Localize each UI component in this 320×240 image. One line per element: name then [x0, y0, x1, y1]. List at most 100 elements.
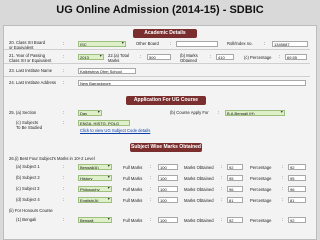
year-of-passing-label: 21. Year of Passing Class XII or Equival… — [9, 53, 52, 63]
percentage-input[interactable]: 69.55 — [285, 54, 307, 60]
marks-obtained-label: Marks Obtained — [184, 176, 214, 181]
last-institute-name-label: 23. Last Institute Name — [9, 68, 53, 73]
percentage-label: Percentage — [250, 176, 272, 181]
subject-select[interactable]: History — [78, 175, 112, 181]
percentage-label: Percentage — [250, 198, 272, 203]
percentage-input[interactable]: 92 — [288, 164, 306, 170]
last-institute-name-input[interactable]: Kalkrishna Ohm School — [78, 68, 136, 74]
other-board-label: Other Board — [136, 41, 159, 46]
marks-obtained-input[interactable]: 92 — [227, 217, 243, 223]
percentage-input[interactable]: 96 — [288, 186, 306, 192]
colon: : — [63, 80, 65, 85]
marks-obtained-input[interactable]: 95 — [227, 175, 243, 181]
colon: : — [150, 186, 152, 191]
divider — [4, 63, 310, 64]
colon: : — [63, 41, 65, 46]
section-marks-header: Subject Wise Marks Obtained — [130, 143, 202, 152]
section-application-header: Application For UG Course — [126, 96, 206, 105]
full-marks-label: Full Marks — [123, 176, 143, 181]
colon: : — [279, 54, 281, 59]
roll-no-label: Roll/Index no. — [227, 41, 253, 46]
last-institute-address-label: 24. Last Institute Address — [9, 80, 57, 85]
percentage-label: (c) Percentage — [244, 55, 272, 60]
colon: : — [282, 164, 284, 169]
marks-obtained-label: Marks Obtained — [184, 198, 214, 203]
colon: : — [282, 186, 284, 191]
colon: : — [63, 175, 65, 180]
colon: : — [150, 217, 152, 222]
colon: : — [282, 217, 284, 222]
honours-subject-select[interactable]: Bengali — [78, 217, 112, 223]
subject-select[interactable]: Bengali(A) — [78, 164, 112, 170]
percentage-input[interactable]: 81 — [288, 197, 306, 203]
colon: : — [282, 175, 284, 180]
subjects-label: (c) Subjects To Be Studied — [16, 120, 43, 130]
section-academic-header: Academic Details — [133, 29, 197, 38]
colon: : — [63, 217, 65, 222]
colon: : — [170, 41, 172, 46]
colon: : — [63, 110, 65, 115]
subject-select[interactable]: English(A) — [78, 197, 112, 203]
full-marks-label: Full Marks — [123, 218, 143, 223]
section-select[interactable]: Day — [78, 110, 102, 116]
best-four-label: 26.(i) Best Four Subject's Marks in 10+2… — [9, 156, 95, 161]
colon: : — [140, 54, 142, 59]
colon: : — [218, 110, 220, 115]
marks-obtained-input[interactable]: 81 — [227, 197, 243, 203]
total-marks-label: 22.(a) Total Marks — [108, 53, 129, 63]
colon: : — [221, 175, 223, 180]
colon: : — [221, 197, 223, 202]
honours-row-label: (1) Bengali — [16, 217, 37, 222]
colon: : — [63, 164, 65, 169]
subject-row-label: (d) Subject 4 — [16, 197, 40, 202]
subject-row-label: (b) Subject 2 — [16, 175, 40, 180]
full-marks-input[interactable]: 100 — [158, 164, 178, 170]
marks-obtained-label: Marks Obtained — [184, 187, 214, 192]
colon: : — [221, 186, 223, 191]
percentage-input[interactable]: 95 — [288, 175, 306, 181]
percentage-input[interactable]: 92 — [288, 217, 306, 223]
marks-obtained-label: (b) Marks Obtained — [180, 53, 198, 63]
total-marks-input[interactable]: 500 — [147, 54, 171, 60]
full-marks-input[interactable]: 100 — [158, 197, 178, 203]
course-apply-select[interactable]: B.A.Bengali (H) — [225, 110, 285, 116]
colon: : — [63, 54, 65, 59]
colon: : — [210, 54, 212, 59]
full-marks-input[interactable]: 100 — [158, 175, 178, 181]
marks-obtained-input[interactable]: 96 — [227, 186, 243, 192]
page-frame: UG Online Admission (2014-15) - SDBIC Ac… — [0, 0, 320, 240]
section-label: 25. (a) Section — [9, 110, 37, 115]
colon: : — [150, 197, 152, 202]
percentage-label: Percentage — [250, 187, 272, 192]
roll-no-input[interactable]: 1345687 — [272, 41, 308, 47]
marks-obtained-input[interactable]: 92 — [227, 164, 243, 170]
full-marks-label: Full Marks — [123, 165, 143, 170]
subject-select[interactable]: Philosophy — [78, 186, 112, 192]
colon: : — [63, 68, 65, 73]
subject-row-label: (c) Subject 3 — [16, 186, 40, 191]
marks-obtained-label: Marks Obtained — [184, 218, 214, 223]
other-board-input[interactable] — [176, 41, 218, 47]
full-marks-input[interactable]: 100 — [158, 217, 178, 223]
colon: : — [150, 164, 152, 169]
colon: : — [150, 175, 152, 180]
marks-obtained-label: Marks Obtained — [184, 165, 214, 170]
percentage-label: Percentage — [250, 218, 272, 223]
colon: : — [63, 197, 65, 202]
divider — [4, 76, 310, 77]
marks-obtained-input[interactable]: 410 — [216, 54, 234, 60]
subject-code-link[interactable]: Click to view UG Subject Code details — [80, 128, 150, 133]
subject-row-label: (a) Subject 1 — [16, 164, 40, 169]
colon: : — [221, 164, 223, 169]
course-apply-label: (b) Course Apply For — [170, 110, 209, 115]
subjects-input[interactable]: ENGA, HISTG, POLG — [78, 120, 130, 126]
year-of-passing-select[interactable]: 2013 — [78, 54, 104, 60]
colon: : — [63, 186, 65, 191]
class12-board-select[interactable]: ISC — [78, 41, 126, 47]
last-institute-address-input[interactable]: New Barrackpore — [78, 80, 306, 86]
colon: : — [282, 197, 284, 202]
colon: : — [264, 41, 266, 46]
full-marks-label: Full Marks — [123, 187, 143, 192]
full-marks-input[interactable]: 100 — [158, 186, 178, 192]
colon: : — [221, 217, 223, 222]
